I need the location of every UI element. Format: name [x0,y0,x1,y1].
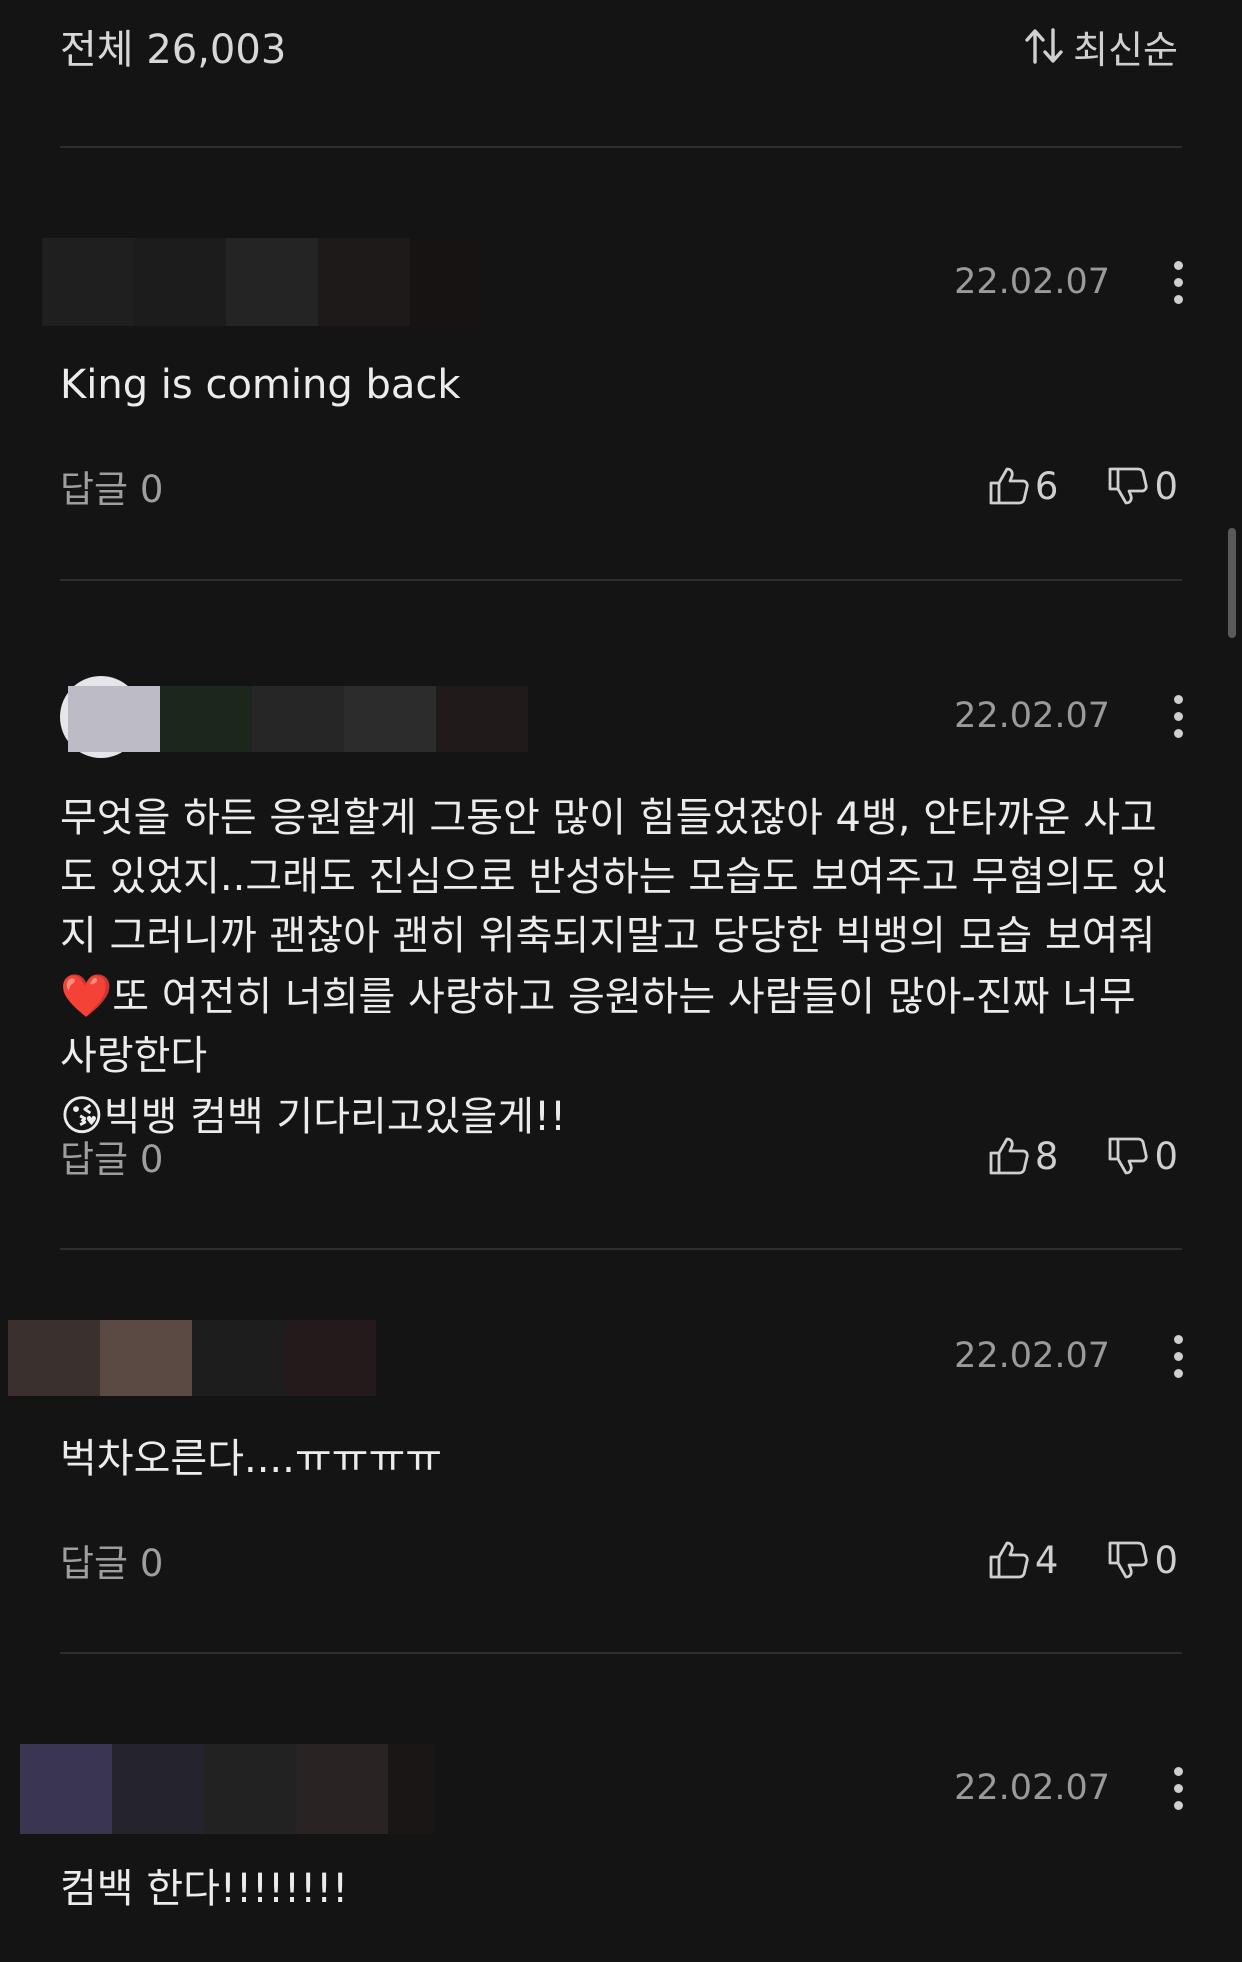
comment-actions: 답글 0 4 0 [60,1532,1178,1588]
sort-label: 최신순 [1073,27,1178,72]
comment-date: 22.02.07 [954,1336,1110,1376]
thumbs-up-icon [989,1541,1029,1579]
comment-date: 22.02.07 [954,1768,1110,1808]
thumbs-down-icon [1109,1541,1149,1579]
thumbs-down-icon [1109,1137,1149,1175]
censored-username [42,238,482,326]
comment-date: 22.02.07 [954,262,1110,302]
dislike-count: 0 [1154,464,1178,508]
dislike-button[interactable]: 0 [1106,1135,1178,1178]
scrollbar[interactable] [1228,528,1236,638]
comment-meta: 22.02.07 [0,1312,1242,1402]
comment-text: 무엇을 하든 응원할게 그동안 많이 힘들었잖아 4뱅, 안타까운 사고도 있었… [60,789,1184,1147]
comment-meta: 22.02.07 [0,1744,1242,1834]
more-vertical-icon[interactable] [1154,1326,1202,1386]
sort-arrows-icon [1025,28,1063,64]
censored-username [20,1744,434,1834]
divider [60,146,1182,148]
like-count: 6 [1034,464,1059,508]
comment-text: 컴백 한다!!!!!!!! [60,1866,349,1912]
comment-meta: 22.02.07 [0,672,1242,762]
divider [60,1248,1182,1250]
reply-button[interactable]: 답글 0 [60,1129,163,1183]
like-button[interactable]: 4 [987,1538,1059,1582]
thumbs-down-icon [1109,467,1149,505]
like-count: 4 [1034,1538,1059,1582]
like-count: 8 [1034,1134,1059,1178]
censored-username [68,686,528,752]
like-button[interactable]: 6 [987,464,1059,508]
thumbs-up-icon [989,1137,1029,1175]
more-vertical-icon[interactable] [1154,686,1202,746]
divider [60,1652,1182,1654]
more-vertical-icon[interactable] [1154,1758,1202,1818]
comment-text-part: 또 여전히 너희를 사랑하고 응원하는 사람들이 많아-진짜 너무 사랑한다 [60,974,1149,1079]
heart-emoji: ❤️ [60,971,113,1020]
divider [60,579,1182,581]
more-vertical-icon[interactable] [1154,252,1202,312]
censored-username [8,1320,376,1396]
sort-button[interactable]: 최신순 [1023,19,1178,74]
like-button[interactable]: 8 [987,1134,1059,1178]
comment-date: 22.02.07 [954,696,1110,736]
comment-text: 벅차오른다....ㅠㅠㅠㅠ [60,1436,443,1482]
comment-text-part: 무엇을 하든 응원할게 그동안 많이 힘들었잖아 4뱅, 안타까운 사고도 있었… [60,795,1169,959]
comment-actions: 답글 0 6 0 [60,458,1178,514]
total-count: 전체 26,003 [60,27,287,73]
comment-actions: 답글 0 8 0 [60,1128,1178,1184]
comment-text: King is coming back [60,362,461,408]
comment-meta: 22.02.07 [0,238,1242,328]
dislike-count: 0 [1154,1134,1178,1178]
thumbs-up-icon [989,467,1029,505]
reply-button[interactable]: 답글 0 [60,459,163,513]
reply-button[interactable]: 답글 0 [60,1533,163,1587]
dislike-button[interactable]: 0 [1106,465,1178,508]
dislike-count: 0 [1154,1538,1178,1582]
comments-header: 전체 26,003 최신순 [60,18,1178,74]
dislike-button[interactable]: 0 [1106,1539,1178,1582]
